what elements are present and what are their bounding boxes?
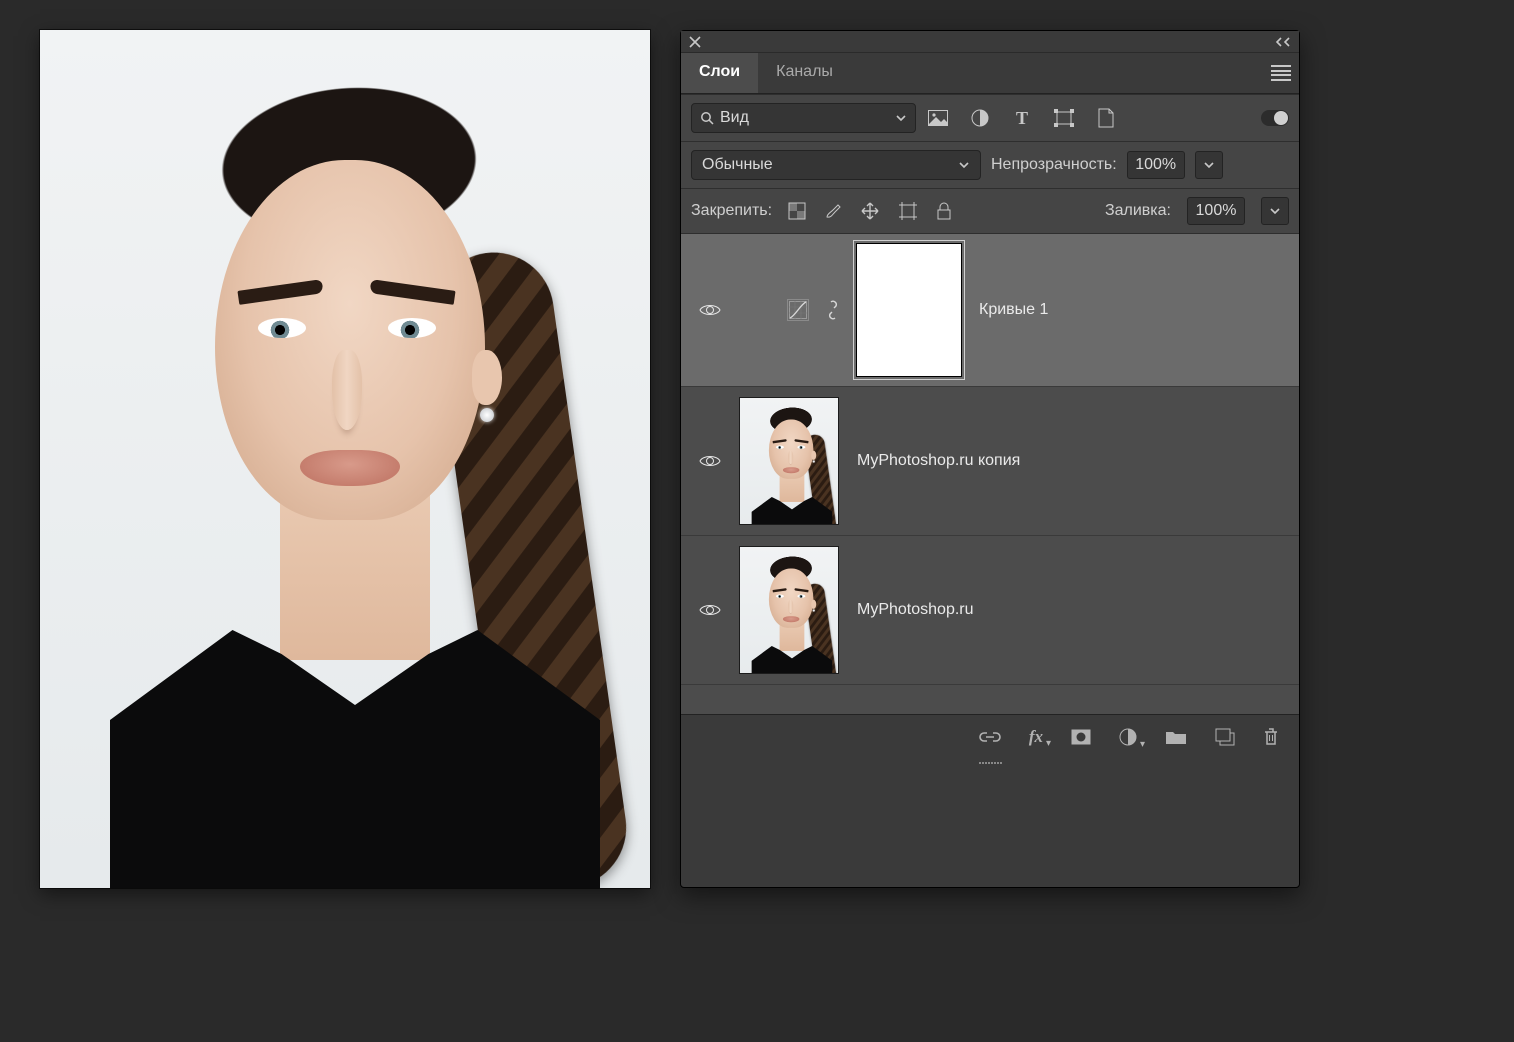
layer-mask-thumbnail[interactable] xyxy=(857,244,961,376)
link-mask-icon[interactable] xyxy=(827,300,839,320)
opacity-value[interactable]: 100% xyxy=(1127,151,1185,179)
fill-label: Заливка: xyxy=(1105,202,1171,220)
chevron-down-icon xyxy=(895,112,907,124)
layer-thumbnail[interactable] xyxy=(739,546,839,674)
lock-brush-icon[interactable] xyxy=(824,202,842,220)
layer-filter-select[interactable]: Вид xyxy=(691,103,916,133)
lock-transparency-icon[interactable] xyxy=(788,202,806,220)
new-adjustment-layer-icon[interactable]: ▾ xyxy=(1119,728,1137,746)
visibility-toggle[interactable] xyxy=(699,602,721,618)
tab-channels[interactable]: Каналы xyxy=(758,53,851,93)
layer-row-curves[interactable]: Кривые 1 xyxy=(681,234,1299,387)
lock-artboard-icon[interactable] xyxy=(898,202,918,220)
layer-name[interactable]: Кривые 1 xyxy=(979,301,1048,319)
new-group-icon[interactable] xyxy=(1165,729,1187,745)
lock-move-icon[interactable] xyxy=(860,201,880,221)
filter-image-icon[interactable] xyxy=(928,108,948,128)
lock-all-icon[interactable] xyxy=(936,202,952,220)
layer-name[interactable]: MyPhotoshop.ru копия xyxy=(857,452,1020,470)
layers-list: Кривые 1 MyPhotoshop.ru копия xyxy=(681,234,1299,714)
collapse-icon[interactable] xyxy=(1275,37,1291,47)
delete-layer-icon[interactable] xyxy=(1263,727,1279,747)
blend-mode-value: Обычные xyxy=(702,156,773,174)
filter-shape-icon[interactable] xyxy=(1054,108,1074,128)
blend-mode-select[interactable]: Обычные xyxy=(691,150,981,180)
new-layer-icon[interactable] xyxy=(1215,728,1235,746)
layers-panel: Слои Каналы Вид xyxy=(680,30,1300,888)
fill-value[interactable]: 100% xyxy=(1187,197,1245,225)
visibility-toggle[interactable] xyxy=(699,302,721,318)
document-canvas[interactable] xyxy=(40,30,650,888)
filter-toggle[interactable] xyxy=(1261,110,1289,126)
chevron-down-icon xyxy=(958,159,970,171)
panel-resize-grip[interactable] xyxy=(681,758,1299,768)
link-layers-icon[interactable] xyxy=(979,730,1001,744)
layer-name[interactable]: MyPhotoshop.ru xyxy=(857,601,974,619)
filter-smartobject-icon[interactable] xyxy=(1096,108,1116,128)
search-icon xyxy=(700,111,714,125)
layers-panel-footer: fx▾ ▾ xyxy=(681,714,1299,758)
layer-row-image[interactable]: MyPhotoshop.ru копия xyxy=(681,387,1299,536)
curves-thumbnail[interactable] xyxy=(787,299,809,321)
panel-menu-icon[interactable] xyxy=(1271,65,1291,81)
layer-row-image[interactable]: MyPhotoshop.ru xyxy=(681,536,1299,685)
lock-label: Закрепить: xyxy=(691,202,772,220)
add-mask-icon[interactable] xyxy=(1071,729,1091,745)
fx-icon[interactable]: fx▾ xyxy=(1029,728,1043,745)
portrait-image xyxy=(40,30,650,888)
layer-filter-label: Вид xyxy=(720,109,749,127)
filter-type-icon[interactable]: T xyxy=(1012,108,1032,128)
panel-tabs: Слои Каналы xyxy=(681,53,851,93)
opacity-dropdown[interactable] xyxy=(1195,151,1223,179)
fill-dropdown[interactable] xyxy=(1261,197,1289,225)
filter-adjustment-icon[interactable] xyxy=(970,108,990,128)
visibility-toggle[interactable] xyxy=(699,453,721,469)
opacity-label: Непрозрачность: xyxy=(991,156,1117,174)
tab-layers[interactable]: Слои xyxy=(681,53,758,93)
close-icon[interactable] xyxy=(689,36,701,48)
layer-thumbnail[interactable] xyxy=(739,397,839,525)
